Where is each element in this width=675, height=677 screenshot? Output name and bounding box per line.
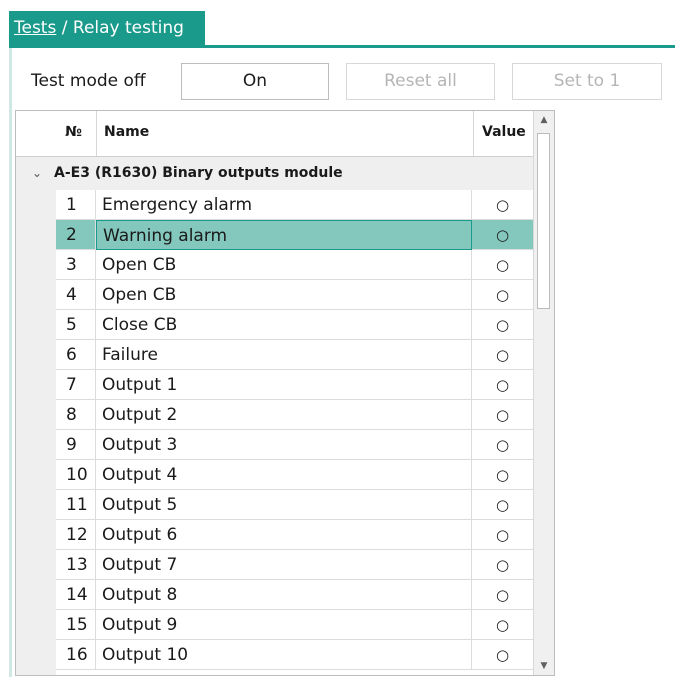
row-number: 6 (56, 340, 96, 370)
row-value[interactable]: ○ (472, 580, 534, 610)
table-row[interactable]: 16 Output 10 ○ (56, 640, 534, 670)
table-row[interactable]: 2 Warning alarm ○ (56, 220, 534, 250)
column-header-number[interactable]: № (65, 124, 82, 140)
row-name: Warning alarm (96, 220, 472, 250)
on-button[interactable]: On (181, 63, 329, 100)
row-name: Output 9 (96, 610, 472, 640)
table-row[interactable]: 11 Output 5 ○ (56, 490, 534, 520)
row-name: Open CB (96, 250, 472, 280)
tab-bar: Tests / Relay testing (0, 0, 675, 48)
row-name: Output 8 (96, 580, 472, 610)
row-number: 14 (56, 580, 96, 610)
row-name: Output 6 (96, 520, 472, 550)
row-value[interactable]: ○ (472, 640, 534, 670)
group-title: A-E3 (R1630) Binary outputs module (54, 165, 343, 181)
table-row[interactable]: 5 Close CB ○ (56, 310, 534, 340)
row-number: 3 (56, 250, 96, 280)
row-name: Output 4 (96, 460, 472, 490)
table-row[interactable]: 1 Emergency alarm ○ (56, 190, 534, 220)
row-number: 12 (56, 520, 96, 550)
row-value[interactable]: ○ (472, 400, 534, 430)
row-number: 10 (56, 460, 96, 490)
table-row[interactable]: 8 Output 2 ○ (56, 400, 534, 430)
row-number: 11 (56, 490, 96, 520)
row-value[interactable]: ○ (472, 190, 534, 220)
row-value[interactable]: ○ (472, 430, 534, 460)
relay-table: № Name Value ⌄ A-E3 (R1630) Binary outpu… (15, 110, 555, 676)
test-mode-status: Test mode off (31, 71, 146, 91)
row-value[interactable]: ○ (472, 340, 534, 370)
set-to-1-button[interactable]: Set to 1 (512, 63, 662, 100)
row-value[interactable]: ○ (472, 520, 534, 550)
row-number: 4 (56, 280, 96, 310)
row-name: Output 10 (96, 640, 472, 670)
row-value[interactable]: ○ (472, 280, 534, 310)
table-row[interactable]: 6 Failure ○ (56, 340, 534, 370)
breadcrumb: Tests / Relay testing (9, 11, 205, 45)
chevron-down-icon[interactable]: ⌄ (32, 157, 42, 190)
table-row[interactable]: 3 Open CB ○ (56, 250, 534, 280)
scrollbar-thumb[interactable] (537, 133, 550, 309)
row-number: 8 (56, 400, 96, 430)
row-name: Failure (96, 340, 472, 370)
relay-testing-panel: Test mode off On Reset all Set to 1 № Na… (9, 48, 675, 677)
scroll-down-icon[interactable]: ▼ (534, 657, 554, 675)
table-row[interactable]: 9 Output 3 ○ (56, 430, 534, 460)
row-name: Output 5 (96, 490, 472, 520)
scroll-up-icon[interactable]: ▲ (534, 111, 554, 129)
breadcrumb-link-tests[interactable]: Tests (14, 18, 56, 38)
table-row[interactable]: 4 Open CB ○ (56, 280, 534, 310)
row-value[interactable]: ○ (472, 370, 534, 400)
column-header-name[interactable]: Name (104, 124, 149, 140)
row-number: 1 (56, 190, 96, 220)
table-row[interactable]: 15 Output 9 ○ (56, 610, 534, 640)
row-name: Open CB (96, 280, 472, 310)
row-number: 5 (56, 310, 96, 340)
group-indent (16, 190, 56, 675)
table-row[interactable]: 14 Output 8 ○ (56, 580, 534, 610)
row-name: Output 7 (96, 550, 472, 580)
row-value[interactable]: ○ (472, 220, 534, 250)
row-value[interactable]: ○ (472, 310, 534, 340)
table-row[interactable]: 13 Output 7 ○ (56, 550, 534, 580)
table-row[interactable]: 12 Output 6 ○ (56, 520, 534, 550)
row-value[interactable]: ○ (472, 490, 534, 520)
row-name: Output 3 (96, 430, 472, 460)
row-value[interactable]: ○ (472, 460, 534, 490)
row-name: Emergency alarm (96, 190, 472, 220)
row-number: 16 (56, 640, 96, 670)
row-value[interactable]: ○ (472, 250, 534, 280)
row-number: 2 (56, 220, 96, 250)
row-number: 7 (56, 370, 96, 400)
row-name: Output 1 (96, 370, 472, 400)
row-value[interactable]: ○ (472, 550, 534, 580)
reset-all-button[interactable]: Reset all (346, 63, 495, 100)
vertical-scrollbar[interactable]: ▲ ▼ (533, 111, 554, 675)
row-value[interactable]: ○ (472, 610, 534, 640)
table-header: № Name Value (16, 111, 535, 157)
row-number: 9 (56, 430, 96, 460)
toolbar: Test mode off On Reset all Set to 1 (12, 48, 675, 108)
row-number: 13 (56, 550, 96, 580)
row-number: 15 (56, 610, 96, 640)
row-name: Close CB (96, 310, 472, 340)
breadcrumb-current: Relay testing (72, 18, 184, 38)
column-header-value[interactable]: Value (482, 124, 526, 140)
table-row[interactable]: 10 Output 4 ○ (56, 460, 534, 490)
row-name: Output 2 (96, 400, 472, 430)
table-row[interactable]: 7 Output 1 ○ (56, 370, 534, 400)
group-row[interactable]: ⌄ A-E3 (R1630) Binary outputs module (16, 157, 535, 190)
breadcrumb-separator: / (56, 18, 73, 38)
